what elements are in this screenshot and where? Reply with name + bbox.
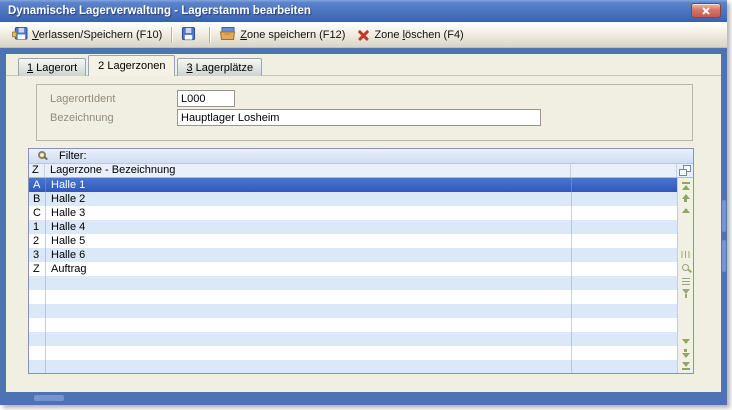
empty-row: [29, 332, 677, 346]
header-extra[interactable]: [571, 164, 677, 177]
column-chooser-icon[interactable]: [679, 165, 691, 176]
header-bezeichnung[interactable]: Lagerzone - Bezeichnung: [45, 164, 571, 177]
page-down-icon: [684, 349, 687, 352]
table-row[interactable]: AHalle 1: [29, 178, 677, 192]
first-row-icon: [682, 182, 690, 184]
summary-icon: [682, 281, 690, 283]
row-zone-cell: C: [29, 207, 45, 219]
toolbar-separator: [209, 27, 210, 43]
save-zone-button[interactable]: Zone speichern (F12): [213, 24, 351, 46]
grid-header: Z Lagerzone - Bezeichnung: [29, 164, 693, 178]
save-button[interactable]: [175, 24, 206, 46]
first-row-icon: [682, 185, 690, 190]
empty-row: [29, 360, 677, 373]
delete-zone-button[interactable]: Zone löschen (F4): [351, 27, 469, 44]
row-zone-cell: Z: [29, 263, 45, 275]
filter-bar[interactable]: Filter:: [29, 149, 693, 164]
filter-label: Filter:: [59, 150, 87, 162]
window-titlebar[interactable]: Dynamische Lagerverwaltung - Lagerstamm …: [0, 0, 727, 22]
prev-row-button[interactable]: [678, 205, 693, 216]
first-row-button[interactable]: [678, 180, 693, 191]
tab-lagerort[interactable]: 1 Lagerort: [18, 58, 86, 76]
app-window: Dynamische Lagerverwaltung - Lagerstamm …: [0, 0, 727, 405]
row-name-cell: Halle 1: [45, 179, 85, 191]
search-icon: [682, 264, 689, 271]
button-label: Verlassen/Speichern (F10): [32, 29, 162, 41]
toolbar-separator: [171, 27, 172, 43]
page-up-icon: [684, 199, 687, 202]
row-name-cell: Halle 2: [45, 193, 85, 205]
header-icon-cell: [677, 164, 693, 177]
delete-x-icon: [357, 29, 370, 42]
empty-row: [29, 290, 677, 304]
window-edge-grip[interactable]: [34, 395, 64, 401]
last-row-icon: [682, 368, 690, 370]
table-row[interactable]: 1Halle 4: [29, 220, 677, 234]
row-zone-cell: 1: [29, 221, 45, 233]
filter-funnel-button[interactable]: [678, 288, 693, 299]
row-name-cell: Halle 4: [45, 221, 85, 233]
content-panel: 1 Lagerort 2 Lagerzonen 3 Lagerplätze La…: [6, 54, 721, 392]
grid-nav-strip: [677, 178, 693, 373]
empty-row: [29, 304, 677, 318]
table-row[interactable]: 3Halle 6: [29, 248, 677, 262]
bezeichnung-label: Bezeichnung: [50, 112, 114, 124]
button-label: Zone löschen (F4): [374, 29, 463, 41]
next-row-icon: [682, 339, 690, 344]
row-name-cell: Auftrag: [45, 263, 86, 275]
exit-save-button[interactable]: Verlassen/Speichern (F10): [6, 24, 168, 46]
tab-lagerzonen[interactable]: 2 Lagerzonen: [88, 55, 175, 76]
grid-body: AHalle 1 BHalle 2 CHalle 3 1Halle 4 2Hal…: [29, 178, 677, 373]
row-zone-cell: 3: [29, 249, 45, 261]
table-row[interactable]: ZAuftrag: [29, 262, 677, 276]
page-down-button[interactable]: [678, 348, 693, 359]
table-row[interactable]: 2Halle 5: [29, 234, 677, 248]
window-title: Dynamische Lagerverwaltung - Lagerstamm …: [8, 5, 311, 17]
next-row-button[interactable]: [678, 336, 693, 347]
save-icon: [181, 26, 196, 44]
prev-row-icon: [682, 208, 690, 213]
last-row-icon: [682, 362, 690, 367]
page-up-button[interactable]: [678, 192, 693, 203]
save-exit-icon: [12, 26, 28, 44]
table-row[interactable]: BHalle 2: [29, 192, 677, 206]
empty-row: [29, 318, 677, 332]
tab-bar: 1 Lagerort 2 Lagerzonen 3 Lagerplätze: [18, 55, 264, 76]
button-label: Zone speichern (F12): [240, 29, 345, 41]
window-edge-grip[interactable]: [722, 200, 726, 232]
tab-lagerplaetze[interactable]: 3 Lagerplätze: [177, 58, 262, 76]
row-name-cell: Halle 3: [45, 207, 85, 219]
screen: Dynamische Lagerverwaltung - Lagerstamm …: [0, 0, 732, 410]
row-zone-cell: B: [29, 193, 45, 205]
header-zone[interactable]: Z: [29, 164, 45, 177]
row-name-cell: Halle 6: [45, 249, 85, 261]
window-edge-grip[interactable]: [722, 240, 726, 272]
table-row[interactable]: CHalle 3: [29, 206, 677, 220]
column-divider: [45, 178, 46, 373]
last-row-button[interactable]: [678, 360, 693, 371]
column-divider: [571, 178, 572, 373]
save-zone-icon: [219, 26, 236, 44]
row-zone-cell: 2: [29, 235, 45, 247]
bezeichnung-field[interactable]: [177, 109, 541, 126]
magnifier-icon: [38, 151, 46, 159]
summary-button[interactable]: [678, 276, 693, 287]
empty-row: [29, 276, 677, 290]
lagerortident-field[interactable]: [177, 90, 235, 107]
filter-funnel-icon: [685, 294, 687, 298]
toolbar: Verlassen/Speichern (F10): [0, 22, 727, 48]
search-button[interactable]: [678, 262, 693, 273]
row-zone-cell: A: [29, 179, 45, 191]
lagerort-groupbox: LagerortIdent Bezeichnung: [36, 84, 693, 141]
fit-columns-button[interactable]: [678, 249, 693, 260]
lagerortident-label: LagerortIdent: [50, 93, 115, 105]
empty-row: [29, 346, 677, 360]
page-down-icon: [682, 353, 690, 358]
lagerzonen-grid: Filter: Z Lagerzone - Bezeichnung AHalle…: [28, 148, 694, 374]
fit-columns-icon: [685, 251, 687, 258]
close-button[interactable]: [691, 3, 721, 18]
row-name-cell: Halle 5: [45, 235, 85, 247]
